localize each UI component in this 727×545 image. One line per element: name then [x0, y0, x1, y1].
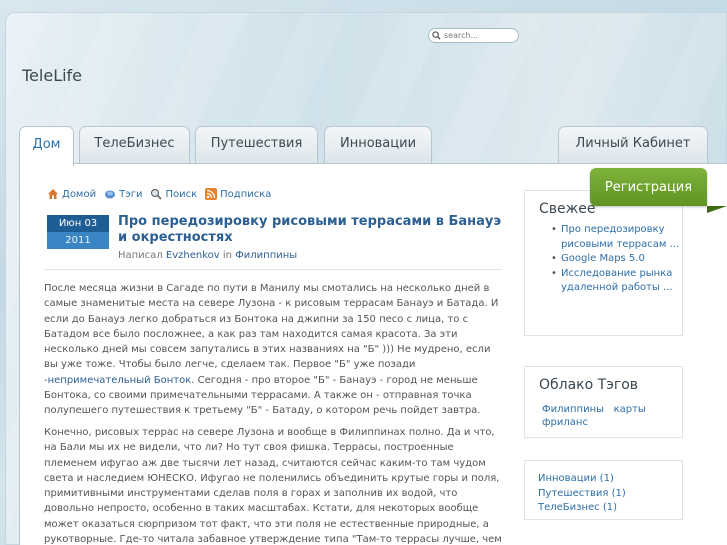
category-item[interactable]: ТелеБизнес (1) [525, 501, 682, 516]
tab-personal-cabinet[interactable]: Личный Кабинет [558, 126, 708, 164]
tag-link[interactable]: карты [614, 404, 646, 415]
tab-home[interactable]: Дом [19, 126, 74, 166]
post-title[interactable]: Про передозировку рисовыми террасами в Б… [118, 214, 508, 246]
search-input[interactable]: search... [444, 31, 478, 40]
tab-innovations[interactable]: Инновации [324, 126, 432, 164]
register-button[interactable]: Регистрация [590, 168, 707, 206]
post-paragraph-1: После месяца жизни в Сагаде по пути в Ма… [44, 283, 499, 417]
tag-cloud-widget: Облако Тэгов Филиппины карты фриланс [524, 366, 683, 438]
bontok-link[interactable]: непримечательный Бонток [48, 375, 192, 386]
post-date-badge: Июн 03 2011 [47, 215, 109, 249]
search-box[interactable]: search... [428, 28, 519, 43]
search-icon [432, 31, 441, 40]
fresh-post-item[interactable]: Про передозировку рисовыми террасам ... [525, 223, 682, 252]
categories-widget: Инновации (1) Путешествия (1) ТелеБизнес… [524, 460, 683, 520]
category-item[interactable]: Инновации (1) [525, 472, 682, 487]
fresh-post-item[interactable]: Google Maps 5.0 [525, 252, 682, 267]
post-divider [44, 269, 502, 270]
tags-icon [105, 190, 116, 199]
post-toolbar: Домой Тэги Поиск Подписка [47, 188, 279, 200]
tag-cloud-title: Облако Тэгов [539, 377, 639, 393]
home-icon [48, 189, 58, 199]
fresh-post-item[interactable]: Исследование рынка удаленной работы ... [525, 267, 682, 296]
post-byline: Написал Evzhenkov in Филиппины [118, 250, 298, 261]
rss-icon [205, 188, 218, 200]
post-date-year: 2011 [47, 232, 109, 249]
magnifier-icon [151, 188, 163, 200]
post-date-day: Июн 03 [47, 215, 109, 232]
site-title[interactable]: TeleLife [22, 66, 82, 85]
subscribe-link[interactable]: Подписка [205, 188, 271, 200]
category-link[interactable]: Филиппины [235, 250, 297, 261]
tab-telebusiness[interactable]: ТелеБизнес [79, 126, 190, 164]
author-link[interactable]: Evzhenkov [166, 250, 220, 261]
tag-link[interactable]: Филиппины [542, 404, 604, 415]
tag-cloud: Филиппины карты фриланс [525, 393, 682, 429]
tab-travel[interactable]: Путешествия [195, 126, 318, 164]
post-paragraph-2: Конечно, рисовых террас на севере Лузона… [44, 427, 502, 545]
tags-link[interactable]: Тэги [104, 188, 142, 200]
search-link[interactable]: Поиск [150, 188, 197, 200]
category-item[interactable]: Путешествия (1) [525, 487, 682, 502]
home-link[interactable]: Домой [47, 188, 96, 200]
register-ribbon-fold [707, 206, 727, 213]
tag-link[interactable]: фриланс [542, 417, 588, 428]
fresh-posts-widget: Свежее Про передозировку рисовыми террас… [524, 190, 683, 336]
